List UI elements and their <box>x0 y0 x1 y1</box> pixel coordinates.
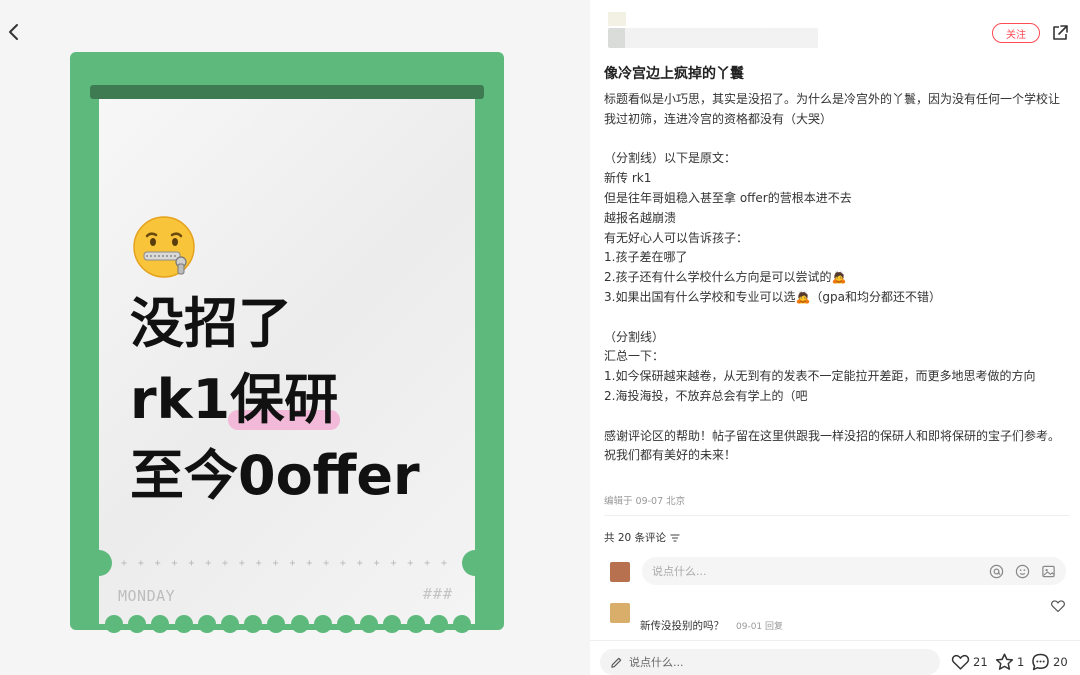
bottom-comment-input[interactable]: 说点什么... <box>600 649 940 675</box>
headline-line-2: rk1保研 <box>130 362 420 438</box>
highlight-label: 保研 <box>230 368 339 431</box>
comment-input[interactable]: 说点什么... <box>642 557 1066 585</box>
scallop <box>174 615 193 633</box>
my-avatar <box>610 562 630 582</box>
at-mention-button[interactable] <box>988 563 1004 579</box>
paper-sheet: 没招了 rk1保研 至今0offer + + + + + + + + + + +… <box>86 96 488 633</box>
post-title: 像冷宫边上疯掉的丫鬟 <box>604 66 744 82</box>
comments-count: 共 20 条评论 <box>604 532 667 544</box>
headline-line-1: 没招了 <box>130 292 292 355</box>
post-edit-meta: 编辑于 09-07 北京 <box>604 496 686 507</box>
scallop <box>221 615 239 633</box>
bottom-input-placeholder: 说点什么... <box>629 656 684 669</box>
ticket-notch-left <box>86 550 112 576</box>
post-body: 标题看似是小巧思，其实是没招了。为什么是冷宫外的丫鬟，因为没有任何一个学校让我过… <box>604 92 1061 463</box>
scallop <box>406 615 425 633</box>
scallop <box>151 615 170 633</box>
back-button[interactable] <box>2 20 26 44</box>
emoji-button[interactable] <box>1014 563 1030 579</box>
scallop <box>197 615 216 633</box>
headline: 没招了 rk1保研 至今0offer <box>130 286 420 514</box>
comment-count: 20 <box>1053 655 1068 669</box>
comment-icon <box>1032 653 1049 671</box>
scallop <box>290 615 309 633</box>
author-avatar-blurred <box>608 12 626 26</box>
scalloped-edge <box>99 615 475 633</box>
back-icon <box>9 24 18 40</box>
comment-text: 新传没投别的吗？ <box>640 620 724 632</box>
post-image-card: 没招了 rk1保研 至今0offer + + + + + + + + + + +… <box>70 52 504 633</box>
emoji-icon <box>1015 564 1029 578</box>
collect-count: 1 <box>1017 655 1025 669</box>
scallop <box>267 615 286 633</box>
scallop <box>429 615 448 633</box>
like-count: 21 <box>973 655 988 669</box>
headline-line-3: 至今0offer <box>130 444 420 507</box>
image-upload-button[interactable] <box>1040 563 1056 579</box>
share-icon <box>1053 25 1068 40</box>
star-icon <box>995 653 1014 670</box>
at-icon <box>989 564 1003 578</box>
like-button[interactable]: 21 <box>950 652 988 672</box>
card-top-bar <box>90 85 484 99</box>
image-viewer[interactable]: 没招了 rk1保研 至今0offer + + + + + + + + + + +… <box>0 0 590 675</box>
post-content: 像冷宫边上疯掉的丫鬟 标题看似是小巧思，其实是没招了。为什么是冷宫外的丫鬟，因为… <box>604 64 1070 466</box>
commenter-avatar[interactable] <box>610 603 630 623</box>
pencil-icon <box>611 657 622 668</box>
highlighted-text: 保研 <box>228 362 341 438</box>
headline-line-2-prefix: rk1 <box>130 368 231 431</box>
scallop <box>383 615 402 633</box>
author-name-blurred[interactable] <box>608 28 818 48</box>
scallop <box>337 615 355 633</box>
perforation-line: + + + + + + + + + + + + + + + + + + + + … <box>121 558 453 569</box>
comment-input-placeholder: 说点什么... <box>652 565 707 578</box>
footer-hash-label: ### <box>422 585 453 603</box>
bottom-action-bar: 说点什么... 21 1 20 <box>590 640 1080 675</box>
post-detail-panel: 关注 像冷宫边上疯掉的丫鬟 标题看似是小巧思，其实是没招了。为什么是冷宫外的丫鬟… <box>590 0 1080 675</box>
divider <box>604 515 1070 516</box>
scallop <box>313 615 332 633</box>
scallop <box>244 615 263 633</box>
comment-like-button[interactable] <box>1050 598 1068 616</box>
comments-header[interactable]: 共 20 条评论 <box>604 530 680 545</box>
follow-button[interactable]: 关注 <box>992 23 1040 43</box>
zipper-mouth-emoji-icon <box>133 216 195 278</box>
comment-button[interactable]: 20 <box>1030 652 1068 672</box>
footer-day-label: MONDAY <box>118 587 176 605</box>
comment-meta[interactable]: 09-01 回复 <box>736 619 783 632</box>
scallop <box>453 615 471 633</box>
scallop <box>360 615 379 633</box>
heart-icon <box>951 654 970 670</box>
scallop <box>105 615 123 633</box>
ticket-notch-right <box>462 550 488 576</box>
filter-icon <box>670 533 680 542</box>
scallop <box>128 615 147 633</box>
share-button[interactable] <box>1050 23 1070 43</box>
image-icon <box>1041 565 1055 577</box>
heart-icon <box>1051 600 1065 613</box>
collect-button[interactable]: 1 <box>994 652 1024 672</box>
